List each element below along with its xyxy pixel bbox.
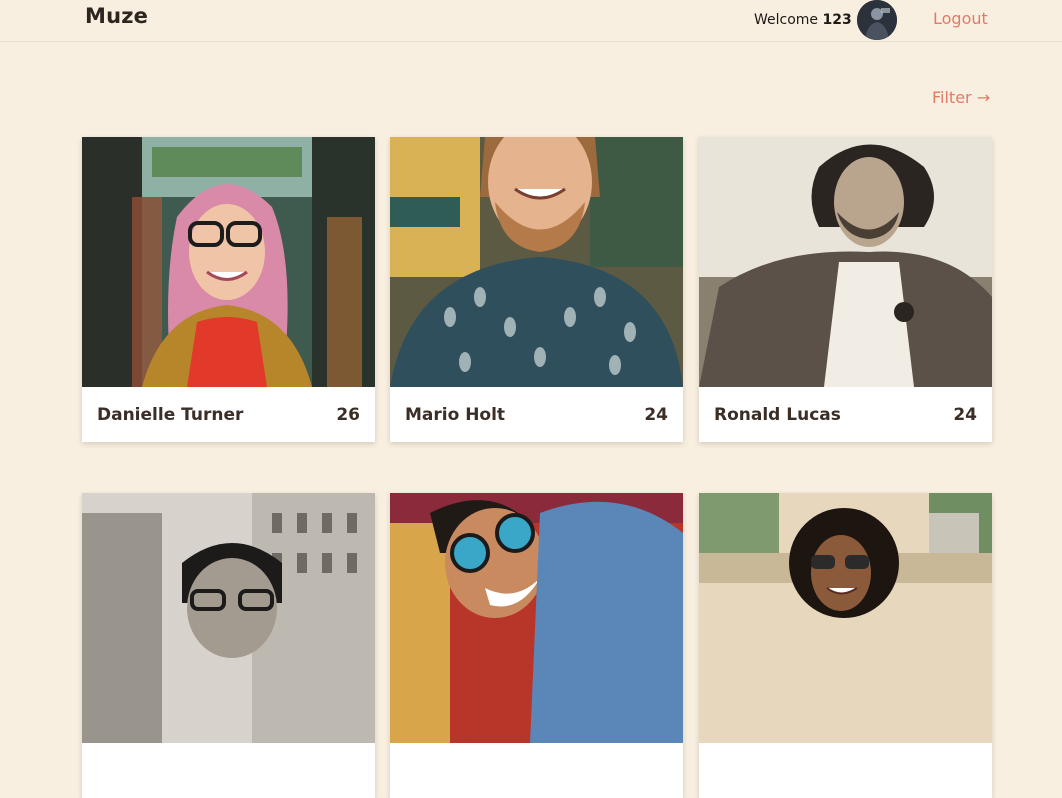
profile-age: 26 — [336, 405, 360, 425]
username: 123 — [822, 12, 852, 28]
profile-card[interactable]: Ronald Lucas 24 — [699, 137, 992, 442]
profile-info — [390, 743, 683, 798]
profile-card[interactable]: Mario Holt 24 — [390, 137, 683, 442]
profile-card[interactable]: Danielle Turner 26 — [82, 137, 375, 442]
profile-photo — [390, 137, 683, 387]
profile-info: Danielle Turner 26 — [82, 387, 375, 442]
profile-card[interactable] — [82, 493, 375, 798]
profile-photo — [82, 493, 375, 743]
profile-name: Mario Holt — [405, 405, 506, 425]
profile-photo — [699, 137, 992, 387]
top-navbar: Muze Welcome 123 Logout — [0, 0, 1062, 42]
profile-name: Danielle Turner — [97, 405, 244, 425]
user-avatar[interactable] — [857, 0, 897, 40]
profile-photo — [82, 137, 375, 387]
welcome-message: Welcome 123 — [754, 12, 852, 28]
profile-info: Ronald Lucas 24 — [699, 387, 992, 442]
profile-name: Ronald Lucas — [714, 405, 841, 425]
profile-info: Mario Holt 24 — [390, 387, 683, 442]
filter-link[interactable]: Filter → — [932, 88, 990, 107]
welcome-text: Welcome — [754, 12, 819, 28]
profile-info — [699, 743, 992, 798]
profile-age: 24 — [953, 405, 977, 425]
profile-age: 24 — [644, 405, 668, 425]
profile-card[interactable] — [699, 493, 992, 798]
profile-info — [82, 743, 375, 798]
profile-photo — [390, 493, 683, 743]
profile-photo — [699, 493, 992, 743]
logout-link[interactable]: Logout — [933, 9, 988, 28]
brand-logo[interactable]: Muze — [85, 4, 148, 28]
profile-card[interactable] — [390, 493, 683, 798]
